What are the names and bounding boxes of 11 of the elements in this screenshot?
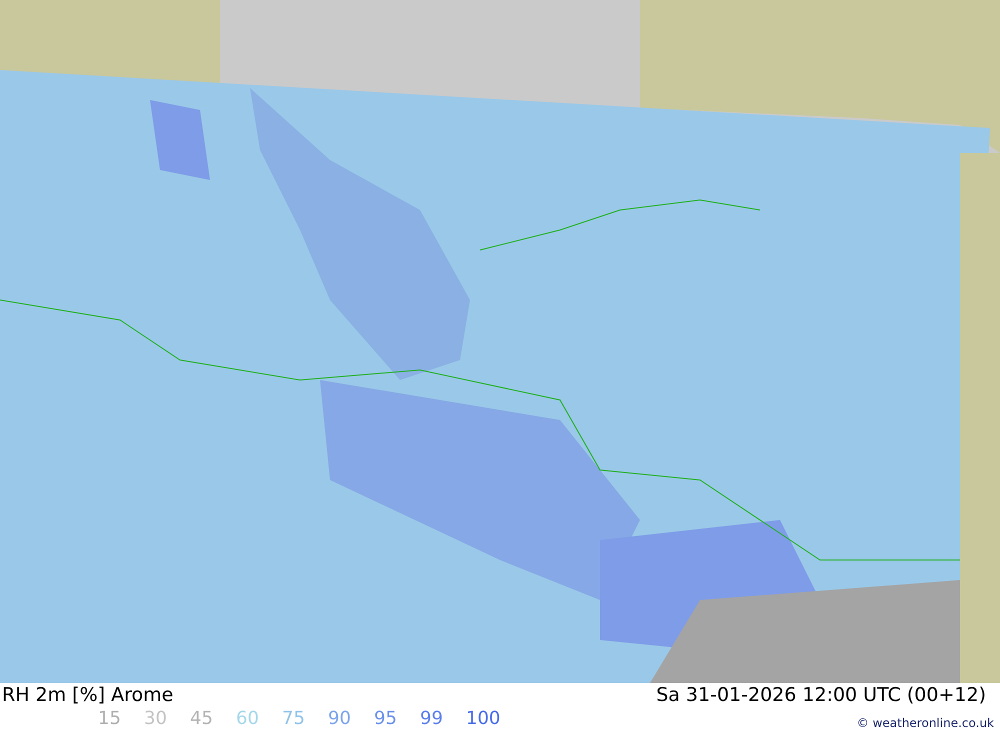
legend-value: 45 — [190, 709, 214, 729]
legend-value: 90 — [328, 709, 352, 729]
map-title: RH 2m [%] Arome — [2, 684, 174, 706]
legend-value: 60 — [236, 709, 260, 729]
legend-value: 95 — [374, 709, 398, 729]
legend-value: 30 — [144, 709, 168, 729]
legend-value: 15 — [98, 709, 122, 729]
legend-value: 99 — [420, 709, 444, 729]
legend-value: 75 — [282, 709, 306, 729]
credit-text: © weatheronline.co.uk — [856, 716, 994, 730]
valid-time: Sa 31-01-2026 12:00 UTC (00+12) — [656, 684, 986, 706]
